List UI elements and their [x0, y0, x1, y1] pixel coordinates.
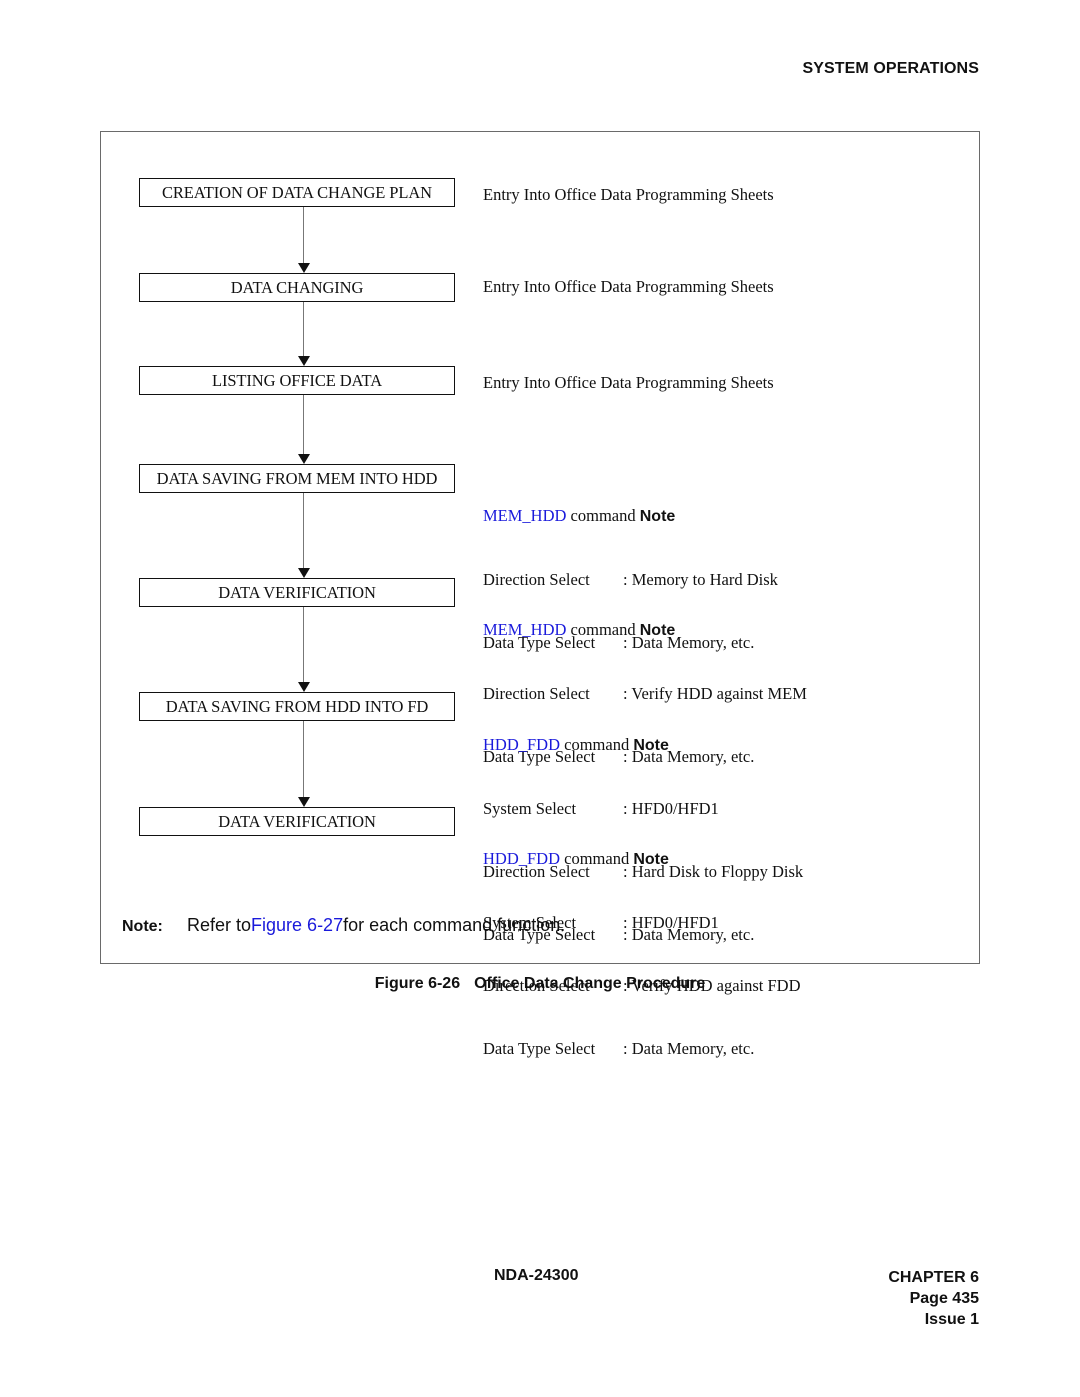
param-value: : HFD0/HFD1 [623, 913, 719, 932]
footnote-suffix: for each command function. [343, 915, 566, 935]
flow-step-listing-office-data: LISTING OFFICE DATA [139, 366, 455, 395]
flow-step-saving-mem-to-hdd: DATA SAVING FROM MEM INTO HDD [139, 464, 455, 493]
flow-step-data-changing: DATA CHANGING [139, 273, 455, 302]
page-info: CHAPTER 6 Page 435 Issue 1 [888, 1267, 979, 1330]
connector-line [303, 395, 305, 454]
arrow-down-icon [298, 454, 310, 464]
arrow-down-icon [298, 568, 310, 578]
step-description: Entry Into Office Data Programming Sheet… [483, 373, 774, 392]
section-title: SYSTEM OPERATIONS [802, 60, 979, 77]
note-marker: Note [639, 508, 676, 525]
arrow-down-icon [298, 263, 310, 273]
figure-number: Figure 6-26 [374, 975, 461, 992]
connector-line [303, 721, 305, 797]
figure-reference-link[interactable]: Figure 6-27 [251, 915, 343, 935]
command-link[interactable]: MEM_HDD [483, 620, 566, 639]
note-marker: Note [633, 851, 669, 868]
command-suffix: command [560, 735, 634, 754]
arrow-down-icon [298, 356, 310, 366]
figure-caption: Figure 6-26 Office Data Change Procedure [0, 975, 1080, 993]
command-link[interactable]: MEM_HDD [483, 506, 566, 525]
note-marker: Note [633, 737, 669, 754]
command-suffix: command [566, 506, 640, 525]
command-suffix: command [560, 849, 634, 868]
arrow-down-icon [298, 797, 310, 807]
flow-step-verification-1: DATA VERIFICATION [139, 578, 455, 607]
connector-line [303, 302, 305, 356]
command-suffix: command [566, 620, 640, 639]
connector-line [303, 493, 305, 568]
param-label: Data Type Select [483, 1039, 596, 1058]
page-number: Page 435 [909, 1290, 979, 1307]
connector-line [303, 207, 305, 263]
document-id: NDA-24300 [494, 1267, 579, 1284]
figure-title: Office Data Change Procedure [474, 975, 706, 992]
arrow-down-icon [298, 682, 310, 692]
command-note-block: HDD_FDD command Note System Select: HFD0… [483, 806, 801, 1080]
connector-line [303, 607, 305, 682]
footnote-label: Note: [122, 918, 163, 935]
step-description: Entry Into Office Data Programming Sheet… [483, 277, 774, 296]
flow-step-creation-of-plan: CREATION OF DATA CHANGE PLAN [139, 178, 455, 207]
figure-footnote: Note: Refer toFigure 6-27for each command… [122, 915, 565, 936]
command-link[interactable]: HDD_FDD [483, 735, 560, 754]
note-marker: Note [639, 622, 676, 639]
param-value: : Data Memory, etc. [623, 1039, 755, 1058]
flow-step-saving-hdd-to-fd: DATA SAVING FROM HDD INTO FD [139, 692, 455, 721]
flow-step-verification-2: DATA VERIFICATION [139, 807, 455, 836]
footnote-prefix: Refer to [187, 915, 252, 935]
chapter-label: CHAPTER 6 [888, 1269, 979, 1286]
step-description: Entry Into Office Data Programming Sheet… [483, 185, 774, 204]
command-link[interactable]: HDD_FDD [483, 849, 560, 868]
issue-label: Issue 1 [924, 1311, 979, 1328]
